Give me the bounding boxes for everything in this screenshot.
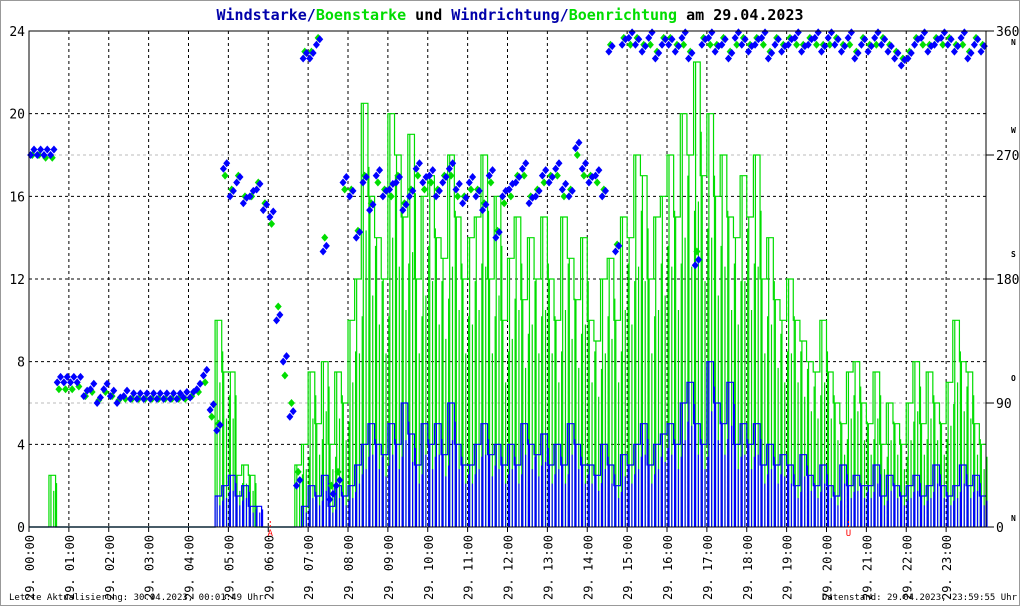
chart-window: Windstarke/Boenstarke und Windrichtung/B… [0, 0, 1020, 606]
gust-direction-point [268, 219, 276, 228]
x-tick-label: 29. 23:00 [940, 535, 954, 600]
gust-direction-point [420, 185, 428, 194]
gust-direction-point [759, 40, 767, 49]
x-tick-label: 29. 16:00 [661, 535, 675, 600]
x-tick-label: 29. 00:00 [23, 535, 37, 600]
x-tick-label: 29. 02:00 [103, 535, 117, 600]
x-tick-label: 29. 13:00 [541, 535, 555, 600]
x-tick-label: 29. 09:00 [382, 535, 396, 600]
y-right-tick-label: 90 [996, 397, 1012, 412]
x-tick-label: 29. 04:00 [183, 535, 197, 600]
gust-direction-point [919, 40, 927, 49]
x-tick-label: 29. 21:00 [860, 535, 874, 600]
gust-direction-point [427, 178, 435, 187]
gust-direction-point [274, 302, 282, 311]
x-tick-label: 29. 01:00 [63, 535, 77, 600]
y-left-tick-label: 24 [9, 25, 25, 40]
x-tick-label: 29. 08:00 [342, 535, 356, 600]
gust-direction-point [793, 40, 801, 49]
gust-direction-point [414, 171, 422, 180]
gust-direction-point [321, 233, 329, 242]
gust-direction-point [341, 185, 349, 194]
sun-marker-label: A [268, 529, 274, 539]
x-tick-label: 29. 03:00 [143, 535, 157, 600]
y-left-tick-label: 0 [17, 521, 25, 536]
x-tick-label: 29. 10:00 [422, 535, 436, 600]
compass-label: N [1011, 38, 1016, 47]
x-tick-label: 29. 20:00 [821, 535, 835, 600]
gust-direction-point [813, 40, 821, 49]
sun-marker-label: U [846, 529, 851, 539]
gust-direction-point [507, 192, 515, 201]
gust-direction-point [288, 399, 296, 407]
gust-direction-point [454, 192, 462, 201]
gust-direction-point [281, 371, 289, 380]
x-tick-label: 29. 14:00 [581, 535, 595, 600]
last-update-text: Letzte Aktualisierung: 30.04.2023, 00:01… [9, 593, 264, 603]
gust-direction-point [580, 171, 588, 180]
x-tick-label: 29. 18:00 [741, 535, 755, 600]
gust-direction-point [221, 171, 229, 180]
gust-direction-point [706, 40, 714, 49]
compass-label: N [1011, 514, 1016, 523]
y-left-tick-label: 4 [17, 438, 25, 453]
gust-direction-point [55, 385, 63, 394]
gust-direction-point [68, 385, 76, 394]
gust-direction-point [593, 178, 601, 187]
gust-direction-point [680, 40, 688, 49]
y-left-tick-label: 20 [9, 108, 25, 123]
x-tick-label: 29. 11:00 [462, 535, 476, 600]
y-right-tick-label: 0 [996, 521, 1004, 536]
gust-direction-point [553, 171, 561, 180]
x-tick-label: 29. 15:00 [621, 535, 635, 600]
x-tick-label: 29. 19:00 [781, 535, 795, 600]
gust-direction-point [294, 467, 302, 476]
gust-direction-point [62, 385, 70, 394]
gust-direction-point [846, 40, 854, 49]
gust-direction-point [573, 151, 581, 159]
x-tick-label: 29. 22:00 [900, 535, 914, 600]
gust-direction-point [387, 192, 395, 201]
y-left-tick-label: 8 [17, 356, 25, 371]
gust-direction-point [201, 378, 209, 387]
y-left-tick-label: 16 [9, 190, 25, 205]
y-left-tick-label: 12 [9, 273, 25, 288]
gust-direction-point [520, 171, 528, 180]
compass-label: W [1011, 126, 1016, 135]
gust-direction-point [487, 178, 495, 187]
x-tick-label: 29. 12:00 [502, 535, 516, 600]
x-tick-label: 29. 05:00 [222, 535, 236, 600]
gust-direction-point [646, 40, 654, 49]
y-right-tick-label: 180 [996, 273, 1019, 288]
data-status-text: Datenstand: 29.04.2023, 23:59:55 Uhr [821, 593, 1017, 603]
x-tick-label: 29. 17:00 [701, 535, 715, 600]
gust-direction-point [374, 178, 382, 187]
gust-direction-point [467, 185, 475, 194]
gust-direction-point [500, 199, 508, 208]
gust-direction-point [959, 40, 967, 49]
gust-direction-point [447, 171, 455, 180]
x-tick-label: 29. 07:00 [302, 535, 316, 600]
gust-direction-point [208, 412, 216, 421]
y-right-tick-label: 270 [996, 149, 1019, 164]
compass-label: S [1011, 250, 1016, 259]
x-tick-label: 29. 06:00 [262, 535, 276, 600]
wind-chart: 04812162024090180270360NOSWN29. 00:00 29.… [9, 25, 1019, 600]
compass-label: O [1011, 374, 1016, 383]
